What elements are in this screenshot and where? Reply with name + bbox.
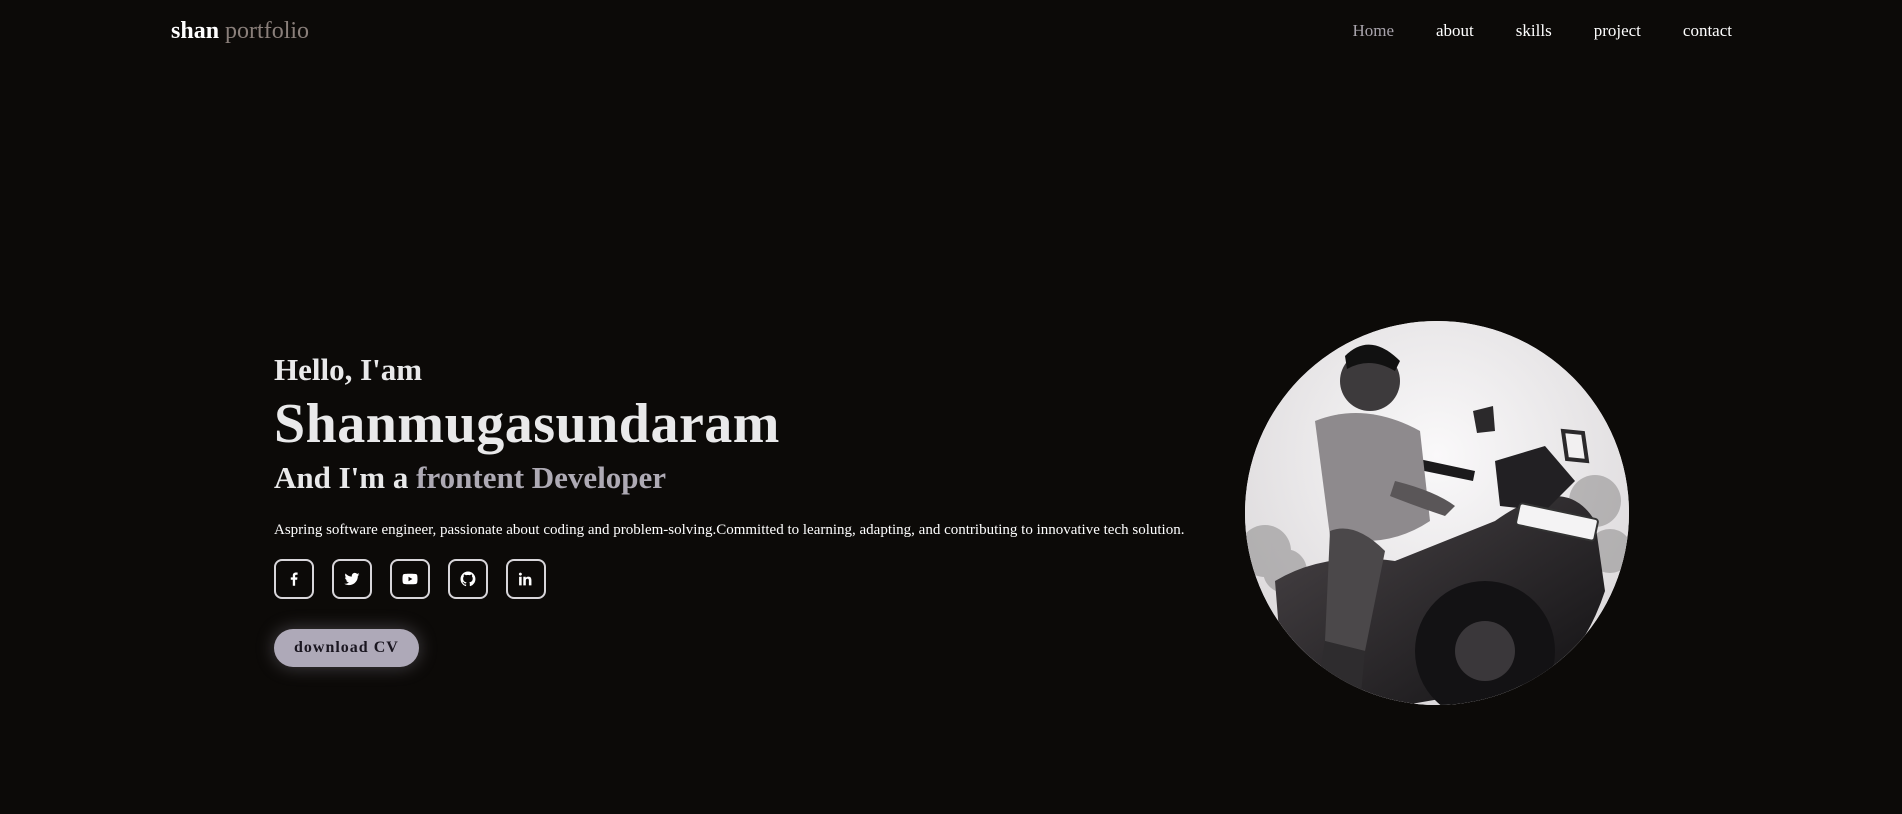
- youtube-link[interactable]: [390, 559, 430, 599]
- nav-skills[interactable]: skills: [1516, 19, 1552, 43]
- facebook-link[interactable]: [274, 559, 314, 599]
- main-nav: Home about skills project contact: [1310, 19, 1732, 43]
- twitter-link[interactable]: [332, 559, 372, 599]
- hero-role: And I'm a frontent Developer: [274, 456, 1254, 500]
- linkedin-icon: [518, 572, 532, 586]
- social-links: [274, 559, 1254, 599]
- nav-contact[interactable]: contact: [1683, 19, 1732, 43]
- greeting: Hello, I'am: [274, 352, 423, 387]
- hero-description: Aspring software engineer, passionate ab…: [274, 522, 1185, 538]
- logo-main: shan: [171, 18, 220, 44]
- rider-motorcycle-image: [1245, 321, 1629, 705]
- logo-accent: portfolio: [225, 18, 310, 44]
- role-prefix: And I'm a: [274, 460, 409, 495]
- hero-text: Hello, I'am Shanmugasundaram And I'm a f…: [274, 348, 1254, 667]
- logo[interactable]: shan portfolio: [171, 14, 309, 48]
- hero-name: Shanmugasundaram: [274, 393, 780, 455]
- header: shan portfolio Home about skills project…: [0, 0, 1902, 62]
- github-icon: [460, 571, 476, 587]
- nav-home[interactable]: Home: [1352, 19, 1394, 43]
- github-link[interactable]: [448, 559, 488, 599]
- linkedin-link[interactable]: [506, 559, 546, 599]
- role-accent: frontent Developer: [416, 460, 667, 495]
- download-cv-button[interactable]: download CV: [274, 629, 419, 667]
- profile-photo: [1245, 321, 1629, 705]
- twitter-icon: [344, 572, 360, 586]
- nav-about[interactable]: about: [1436, 19, 1474, 43]
- nav-project[interactable]: project: [1594, 19, 1641, 43]
- youtube-icon: [402, 573, 418, 585]
- facebook-icon: [290, 572, 298, 586]
